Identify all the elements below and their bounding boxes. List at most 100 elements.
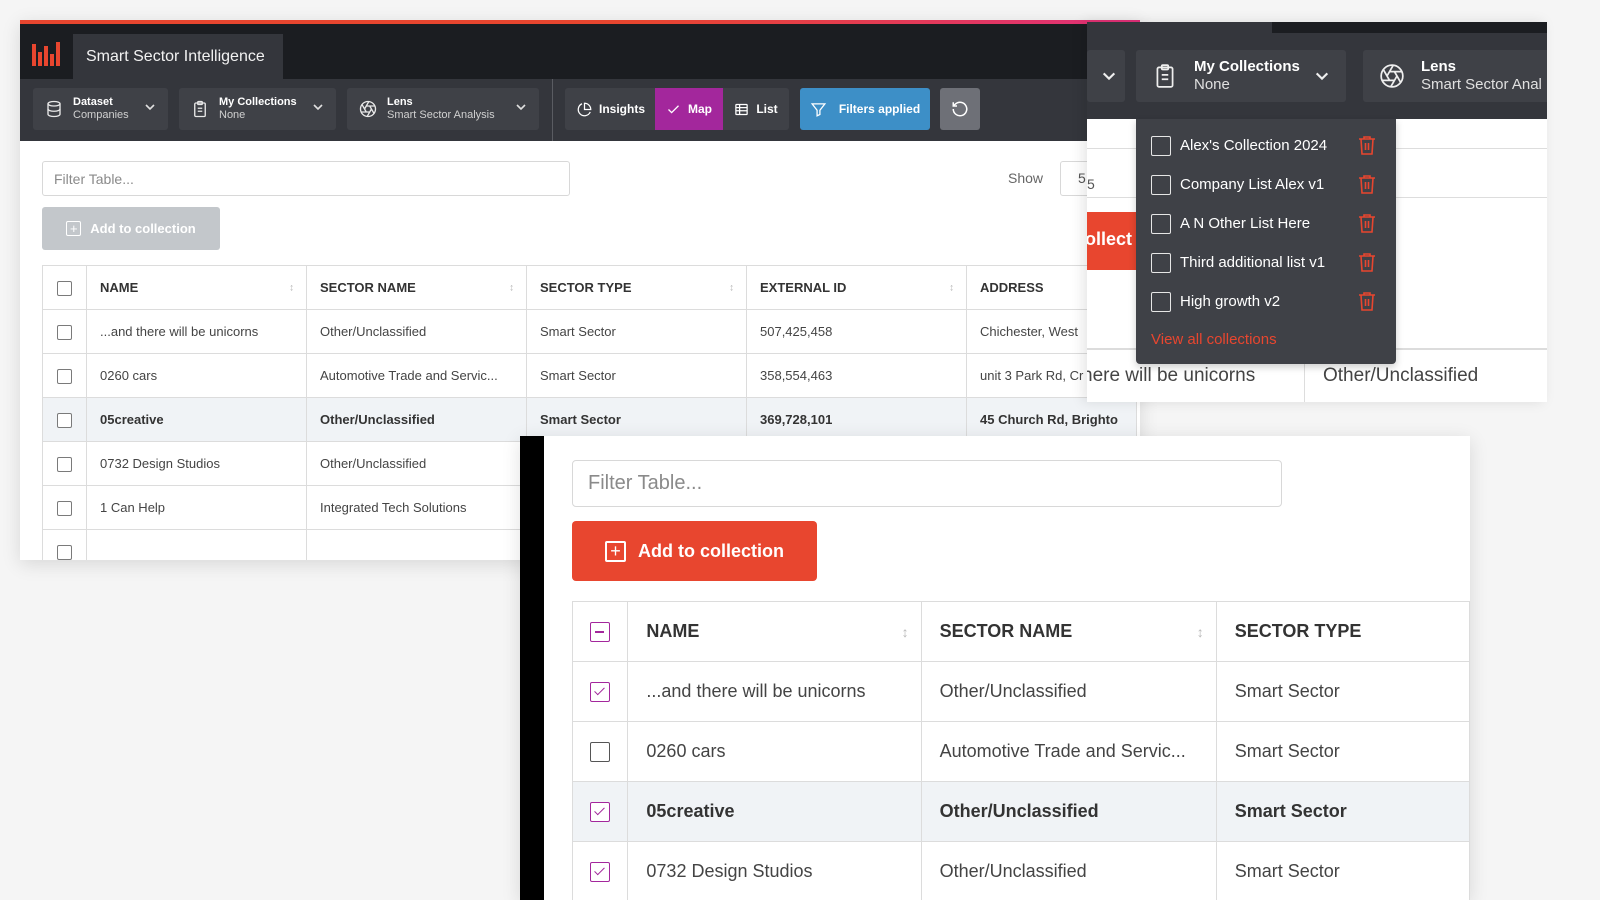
collection-checkbox[interactable] — [1151, 174, 1171, 195]
zoom-titlebar-dark — [1272, 22, 1547, 33]
row-select-cell — [571, 781, 629, 842]
sort-icon[interactable]: ↕ — [1197, 624, 1204, 640]
collection-checkbox[interactable] — [1151, 252, 1171, 273]
column-header-sector-type[interactable]: SECTOR TYPE — [1215, 601, 1470, 662]
cell-sector-type: Smart Sector — [526, 397, 747, 442]
cell-sector-type: Smart Sector — [526, 353, 747, 398]
sort-icon[interactable]: ↕ — [509, 282, 514, 293]
cell-sector-type: Smart Sector — [1215, 841, 1470, 900]
collection-item[interactable]: High growth v2 — [1136, 282, 1396, 321]
cell-sector-name: Other/Unclassified — [920, 661, 1217, 722]
cell-sector-type: Smart Sector — [1215, 721, 1470, 782]
column-header-sector-type[interactable]: SECTOR TYPE ↕ — [526, 265, 747, 310]
trash-icon[interactable] — [1358, 252, 1376, 272]
column-label: SECTOR NAME — [939, 621, 1073, 641]
select-all-cell — [42, 265, 87, 310]
filter-table-input[interactable] — [42, 161, 570, 196]
database-icon — [47, 100, 61, 118]
row-checkbox-checked[interactable] — [590, 862, 611, 883]
cell-name — [86, 529, 307, 560]
add-to-collection-button[interactable]: + Add to collection — [572, 521, 817, 581]
row-checkbox[interactable] — [590, 742, 611, 763]
view-list-button[interactable]: List — [723, 88, 789, 130]
collection-checkbox[interactable] — [1151, 213, 1171, 234]
collection-item[interactable]: Third additional list v1 — [1136, 243, 1396, 282]
collection-checkbox[interactable] — [1151, 291, 1171, 312]
column-header-external-id[interactable]: EXTERNAL ID ↕ — [746, 265, 967, 310]
select-all-checkbox-indeterminate[interactable] — [590, 622, 611, 643]
table-row[interactable]: 0260 cars Automotive Trade and Servic...… — [571, 721, 1470, 782]
collection-item[interactable]: A N Other List Here — [1136, 204, 1396, 243]
sort-icon[interactable]: ↕ — [902, 624, 909, 640]
column-header-sector-name[interactable]: SECTOR NAME ↕ — [306, 265, 527, 310]
table-row[interactable]: 0260 cars Automotive Trade and Servic...… — [42, 353, 1137, 398]
dataset-dropdown[interactable]: Dataset Companies — [33, 88, 168, 130]
row-checkbox-checked[interactable] — [590, 802, 611, 823]
column-label: SECTOR TYPE — [1234, 621, 1362, 641]
filter-icon — [810, 102, 826, 117]
collection-item[interactable]: Company List Alex v1 — [1136, 165, 1396, 204]
cell-name: 1 Can Help — [86, 485, 307, 530]
aperture-icon — [359, 100, 377, 118]
collections-zoom-panel: My Collections None Lens Smart Sector Anal… — [1087, 22, 1547, 402]
zoom-toolbar: My Collections None Lens Smart Sector Anal — [1087, 33, 1547, 119]
column-header-name[interactable]: NAME ↕ — [86, 265, 307, 310]
row-checkbox[interactable] — [57, 412, 72, 428]
collection-checkbox[interactable] — [1151, 135, 1171, 156]
column-header-sector-name[interactable]: SECTOR NAME ↕ — [920, 601, 1217, 662]
trash-icon[interactable] — [1358, 213, 1376, 233]
lens-dropdown[interactable]: Lens Smart Sector Anal — [1363, 50, 1547, 102]
row-select-cell — [571, 721, 629, 782]
collection-label: Company List Alex v1 — [1180, 176, 1325, 193]
trash-icon[interactable] — [1358, 291, 1376, 311]
row-checkbox-checked[interactable] — [590, 682, 611, 703]
table-row-selected[interactable]: ...and there will be unicorns Other/Uncl… — [571, 661, 1470, 722]
column-label: EXTERNAL ID — [760, 280, 847, 295]
table-header-row: NAME ↕ SECTOR NAME ↕ SECTOR TYPE — [571, 601, 1470, 662]
filters-applied-button[interactable]: Filters applied — [800, 88, 930, 130]
table-row-selected-highlighted[interactable]: 05creative Other/Unclassified Smart Sect… — [571, 781, 1470, 842]
collections-dropdown-open[interactable]: My Collections None — [1136, 50, 1346, 102]
filter-table-input[interactable] — [572, 460, 1282, 507]
cell-sector-name: Other/Unclassified — [306, 397, 527, 442]
app-tab[interactable]: Smart Sector Intelligence — [73, 34, 283, 79]
reset-button[interactable] — [940, 88, 980, 130]
collections-dropdown[interactable]: My Collections None — [179, 88, 336, 130]
clipboard-icon — [1156, 64, 1174, 88]
view-insights-button[interactable]: Insights — [565, 88, 657, 130]
dataset-label: Dataset — [73, 96, 113, 108]
trash-icon[interactable] — [1358, 135, 1376, 155]
column-header-name[interactable]: NAME ↕ — [627, 601, 922, 662]
table-header-row: NAME ↕ SECTOR NAME ↕ SECTOR TYPE ↕ EXTERNAL… — [42, 265, 1137, 310]
sort-icon[interactable]: ↕ — [729, 282, 734, 293]
row-checkbox[interactable] — [57, 500, 72, 516]
row-checkbox[interactable] — [57, 368, 72, 384]
select-all-checkbox[interactable] — [57, 280, 72, 296]
lens-label: Lens — [387, 96, 413, 108]
lens-value: Smart Sector Analysis — [387, 109, 495, 121]
table-row-selected[interactable]: 0732 Design Studios Other/Unclassified S… — [571, 841, 1470, 900]
column-label: SECTOR TYPE — [540, 280, 632, 295]
view-map-button[interactable]: Map — [655, 88, 723, 130]
row-checkbox[interactable] — [57, 324, 72, 340]
toolbar-divider — [552, 79, 553, 141]
lens-dropdown[interactable]: Lens Smart Sector Analysis — [347, 88, 539, 130]
view-all-collections-link[interactable]: View all collections — [1136, 321, 1396, 348]
sort-icon[interactable]: ↕ — [949, 282, 954, 293]
table-row-highlighted[interactable]: 05creative Other/Unclassified Smart Sect… — [42, 397, 1137, 442]
collection-item[interactable]: Alex's Collection 2024 — [1136, 126, 1396, 165]
cell-name: 0732 Design Studios — [627, 841, 922, 900]
add-to-collection-button[interactable]: + Add to collection — [42, 207, 220, 250]
cell-name: ...and there will be unicorns — [86, 309, 307, 354]
cell-sector-name: Automotive Trade and Servic... — [306, 353, 527, 398]
app-title: Smart Sector Intelligence — [86, 47, 265, 65]
previous-dropdown[interactable] — [1087, 50, 1125, 102]
add-to-collection-label: Add to collection — [90, 221, 196, 236]
table-row[interactable]: ...and there will be unicorns Other/Uncl… — [42, 309, 1137, 354]
trash-icon[interactable] — [1358, 174, 1376, 194]
aperture-icon — [1380, 64, 1404, 88]
sort-icon[interactable]: ↕ — [289, 282, 294, 293]
row-checkbox[interactable] — [57, 544, 72, 560]
chevron-down-icon — [313, 104, 323, 111]
row-checkbox[interactable] — [57, 456, 72, 472]
